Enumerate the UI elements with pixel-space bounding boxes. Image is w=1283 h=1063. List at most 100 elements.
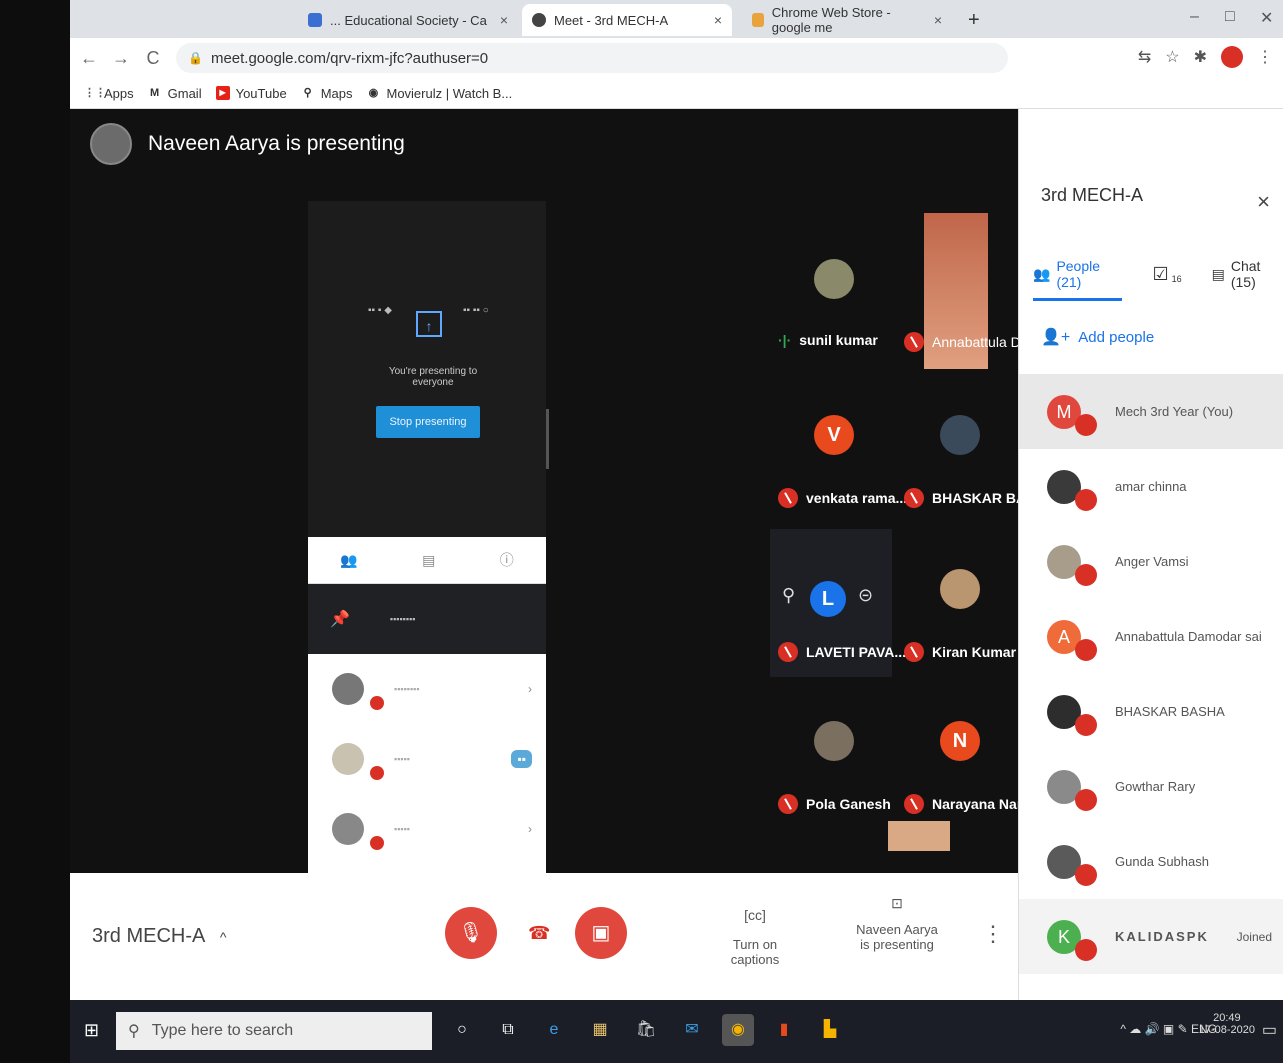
search-placeholder: Type here to search xyxy=(151,1022,294,1039)
notification-icon[interactable]: ▭ xyxy=(1262,1020,1277,1040)
windows-start-icon[interactable]: ⊞ xyxy=(84,1020,99,1041)
bookmark-maps[interactable]: ⚲ Maps xyxy=(301,86,353,101)
hangup-button[interactable]: ☎ xyxy=(528,923,550,944)
close-icon[interactable]: × xyxy=(926,12,942,28)
table-row[interactable]: Gunda Subhash xyxy=(1019,824,1283,899)
tab-educational-society[interactable]: ... Educational Society - Ca × xyxy=(298,4,518,36)
list-item: 📌 ▪▪▪▪▪▪▪▪ xyxy=(308,584,546,654)
add-person-icon: 👤+ xyxy=(1041,329,1071,346)
chrome-icon[interactable]: ◉ xyxy=(722,1014,754,1046)
close-icon[interactable]: × xyxy=(706,12,722,28)
app-icon[interactable]: ▙ xyxy=(814,1014,846,1046)
participant-tile[interactable]: N Narayana Nar... xyxy=(888,681,1033,851)
menu-kebab-icon[interactable]: ⋮ xyxy=(1257,47,1273,67)
person-name: Annabattula Damodar sai xyxy=(1115,629,1262,644)
bookmark-youtube[interactable]: ▶ YouTube xyxy=(215,86,287,101)
tab-tasks[interactable]: ☑ 16 xyxy=(1152,264,1181,285)
list-item: ▪▪▪▪▪ › xyxy=(308,794,546,864)
mail-icon[interactable]: ✉ xyxy=(676,1014,708,1046)
taskbar-search-input[interactable]: ⚲ Type here to search xyxy=(116,1012,432,1050)
bookmark-movierulz[interactable]: ◉ Movierulz | Watch B... xyxy=(366,86,513,101)
tab-label: Meet - 3rd MECH-A xyxy=(554,12,669,28)
info-icon: ⓘ xyxy=(499,552,514,568)
maximize-icon[interactable]: □ xyxy=(1225,8,1235,26)
map-pin-icon: ⚲ xyxy=(303,87,312,99)
table-row[interactable]: amar chinna xyxy=(1019,449,1283,524)
more-options-icon[interactable]: ⋮ xyxy=(982,921,1004,947)
store-icon[interactable]: 🛍 xyxy=(630,1014,662,1046)
close-window-icon[interactable]: ✕ xyxy=(1260,8,1273,28)
close-icon[interactable]: × xyxy=(1257,189,1270,215)
bookmark-apps[interactable]: ⋮⋮ Apps xyxy=(84,86,134,101)
forward-icon[interactable]: → xyxy=(108,48,134,69)
add-people-button[interactable]: 👤+ Add people xyxy=(1041,327,1154,347)
url-text: meet.google.com/qrv-rixm-jfc?authuser=0 xyxy=(210,49,489,67)
mic-off-icon xyxy=(370,696,384,710)
present-button[interactable]: ⊡ Naveen Aarya is presenting xyxy=(852,895,942,952)
list-item-name: ▪▪▪▪▪▪▪▪ xyxy=(389,614,416,624)
participant-tile[interactable]: Kiran Kumar S... xyxy=(896,529,1041,677)
tab-label: Chat (15) xyxy=(1230,258,1261,290)
table-row[interactable]: Gowthar Rary xyxy=(1019,749,1283,824)
presenter-avatar xyxy=(90,123,132,165)
participant-tile[interactable]: ⚲ L ⊝ LAVETI PAVA... xyxy=(770,529,906,677)
close-icon[interactable]: × xyxy=(492,12,508,28)
bookmark-gmail[interactable]: M Gmail xyxy=(148,86,202,101)
table-row[interactable]: K KALIDASPK Joined xyxy=(1019,899,1283,974)
pin-icon[interactable]: ⚲ xyxy=(782,585,795,606)
remove-icon[interactable]: ⊝ xyxy=(858,585,873,606)
back-icon[interactable]: ← xyxy=(76,48,102,69)
phone-status-left: ▪▪ ▪ ◆ xyxy=(368,305,392,316)
participant-tile[interactable]: Pola Ganesh xyxy=(770,681,892,829)
bookmarks-bar: ⋮⋮ Apps M Gmail ▶ YouTube ⚲ Maps ◉ Movie… xyxy=(70,78,1283,109)
participant-tile[interactable]: BHASKAR BA... xyxy=(896,375,1038,523)
meeting-details-button[interactable]: 3rd MECH-A ^ xyxy=(92,925,226,948)
chevron-up-icon: ^ xyxy=(219,929,227,945)
table-row[interactable]: A Annabattula Damodar sai xyxy=(1019,599,1283,674)
office-icon[interactable]: ▮ xyxy=(768,1014,800,1046)
cortana-icon[interactable]: ○ xyxy=(446,1014,478,1046)
new-tab-button[interactable]: + xyxy=(958,4,988,36)
puzzle-icon[interactable]: ✱ xyxy=(1194,47,1207,67)
clock[interactable]: 20:49 17-08-2020 xyxy=(1199,1012,1255,1036)
people-icon: 👥 xyxy=(340,551,358,568)
mic-off-icon xyxy=(1075,789,1097,811)
table-row[interactable]: BHASKAR BASHA xyxy=(1019,674,1283,749)
tab-meet[interactable]: Meet - 3rd MECH-A × xyxy=(522,4,732,36)
divider xyxy=(546,409,549,469)
table-row[interactable]: Anger Vamsi xyxy=(1019,524,1283,599)
stop-presenting-button[interactable]: Stop presenting xyxy=(376,406,480,438)
tab-chat[interactable]: ▤ Chat (15) xyxy=(1212,258,1283,290)
mic-off-icon xyxy=(370,836,384,850)
camera-toggle-button[interactable]: ▣ xyxy=(575,907,627,959)
participant-tile[interactable]: ·|· sunil kumar xyxy=(770,219,892,367)
participant-tile[interactable]: Annabattula D... xyxy=(896,213,1032,369)
minimize-icon[interactable]: – xyxy=(1190,8,1199,26)
profile-avatar[interactable] xyxy=(1221,46,1243,68)
video-feed xyxy=(888,821,950,851)
file-explorer-icon[interactable]: ▦ xyxy=(584,1014,616,1046)
edge-icon[interactable]: e xyxy=(538,1014,570,1046)
tab-chrome-web-store[interactable]: Chrome Web Store - google me × xyxy=(742,4,952,36)
participant-label: Pola Ganesh xyxy=(778,794,891,814)
translate-icon[interactable]: ⇆ xyxy=(1138,47,1151,67)
captions-button[interactable]: [cc] Turn on captions xyxy=(710,907,800,967)
present-icon: ⊡ xyxy=(891,895,903,911)
avatar: L xyxy=(810,581,846,617)
table-row[interactable]: M Mech 3rd Year (You) xyxy=(1019,374,1283,449)
mic-toggle-button[interactable]: 🎙 xyxy=(445,907,497,959)
panel-tabs: 👥 People (21) ☑ 16 ▤ Chat (15) xyxy=(1019,251,1283,301)
clock-time: 20:49 xyxy=(1213,1012,1241,1024)
participant-tile[interactable]: V venkata rama... xyxy=(770,375,907,523)
present-screen-icon: ↑ xyxy=(416,311,442,337)
participant-name: LAVETI PAVA... xyxy=(806,644,907,660)
mic-off-icon xyxy=(1075,489,1097,511)
globe-icon: ◉ xyxy=(368,87,379,99)
reload-icon[interactable]: C xyxy=(140,48,166,69)
star-icon[interactable]: ☆ xyxy=(1165,47,1179,67)
url-input[interactable]: 🔒 meet.google.com/qrv-rixm-jfc?authuser=… xyxy=(176,43,1008,73)
browser-window: ... Educational Society - Ca × Meet - 3r… xyxy=(70,0,1283,1063)
participant-label: Narayana Nar... xyxy=(904,794,1033,814)
task-view-icon[interactable]: ⧉ xyxy=(492,1014,524,1046)
tab-people[interactable]: 👥 People (21) xyxy=(1033,258,1123,301)
